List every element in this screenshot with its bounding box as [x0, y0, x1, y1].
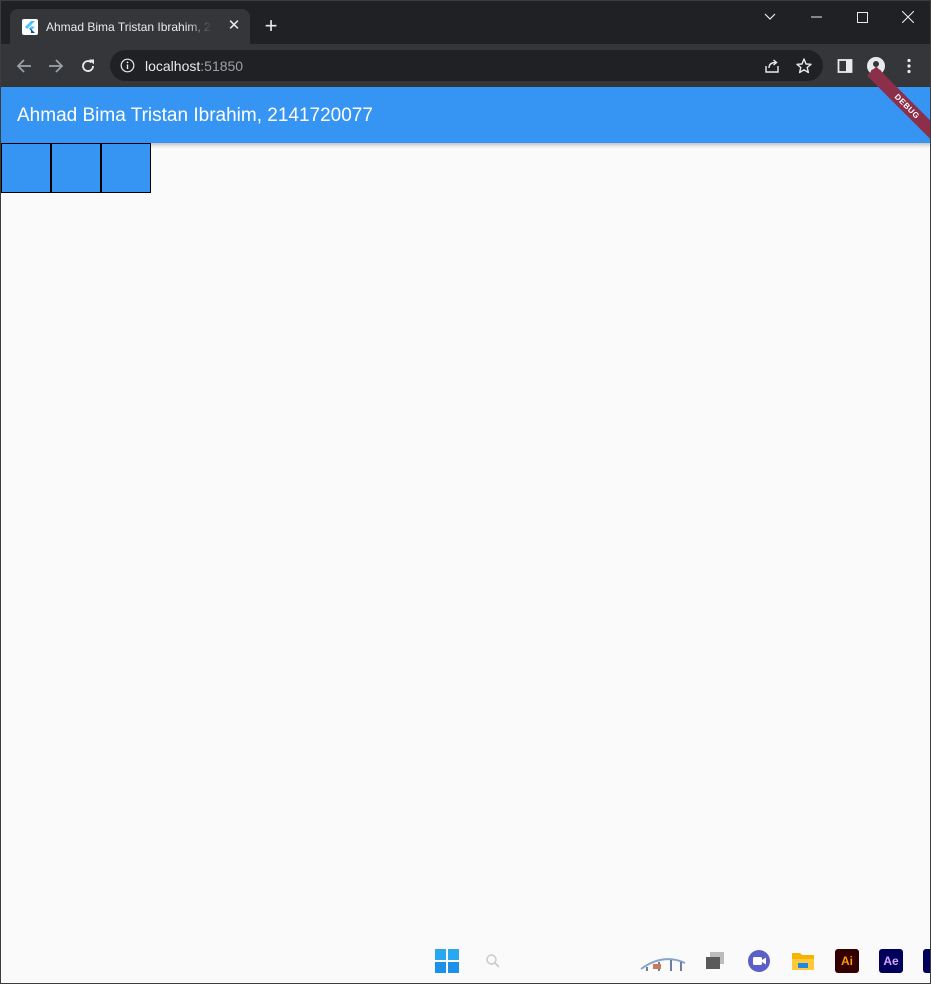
start-icon[interactable]: [435, 949, 459, 973]
forward-icon[interactable]: [42, 52, 70, 80]
back-icon[interactable]: [10, 52, 38, 80]
search-icon[interactable]: [481, 949, 505, 973]
app-bar: Ahmad Bima Tristan Ibrahim, 2141720077: [1, 87, 930, 143]
browser-window: Ahmad Bima Tristan Ibrahim, 2141720077 ✕…: [0, 0, 931, 984]
url-port: :51850: [200, 58, 244, 74]
share-icon[interactable]: [763, 57, 781, 75]
taskbar: Ai Ae P: [1, 939, 930, 983]
menu-icon[interactable]: [899, 56, 919, 76]
premiere-icon[interactable]: P: [923, 949, 930, 973]
blue-box: [51, 143, 101, 193]
browser-toolbar: localhost:51850: [1, 44, 930, 87]
url-text: localhost:51850: [145, 58, 243, 74]
blue-box: [1, 143, 51, 193]
app-title: Ahmad Bima Tristan Ibrahim, 2141720077: [17, 105, 373, 126]
tab-close-icon[interactable]: ✕: [226, 18, 242, 34]
chevron-down-icon[interactable]: [747, 5, 793, 29]
after-effects-icon[interactable]: Ae: [879, 949, 903, 973]
file-explorer-icon[interactable]: [791, 949, 815, 973]
task-view-icon[interactable]: [703, 949, 727, 973]
meet-icon[interactable]: [747, 949, 771, 973]
blue-box: [101, 143, 151, 193]
star-icon[interactable]: [795, 57, 813, 75]
browser-tab[interactable]: Ahmad Bima Tristan Ibrahim, 2141720077 ✕: [10, 9, 250, 44]
info-icon[interactable]: [120, 58, 135, 73]
close-icon[interactable]: [885, 5, 930, 29]
maximize-icon[interactable]: [839, 5, 885, 29]
widget-icon[interactable]: [639, 949, 687, 973]
side-panel-icon[interactable]: [835, 56, 855, 76]
tab-title: Ahmad Bima Tristan Ibrahim, 2141720077: [46, 19, 212, 34]
url-host: localhost: [145, 58, 201, 74]
box-row: [1, 143, 151, 193]
flutter-icon: [22, 18, 38, 35]
address-bar[interactable]: localhost:51850: [110, 50, 823, 81]
new-tab-button[interactable]: +: [259, 15, 283, 39]
reload-icon[interactable]: [74, 52, 102, 80]
minimize-icon[interactable]: [793, 5, 839, 29]
tab-strip: Ahmad Bima Tristan Ibrahim, 2141720077 ✕…: [1, 1, 930, 44]
illustrator-icon[interactable]: Ai: [835, 949, 859, 973]
